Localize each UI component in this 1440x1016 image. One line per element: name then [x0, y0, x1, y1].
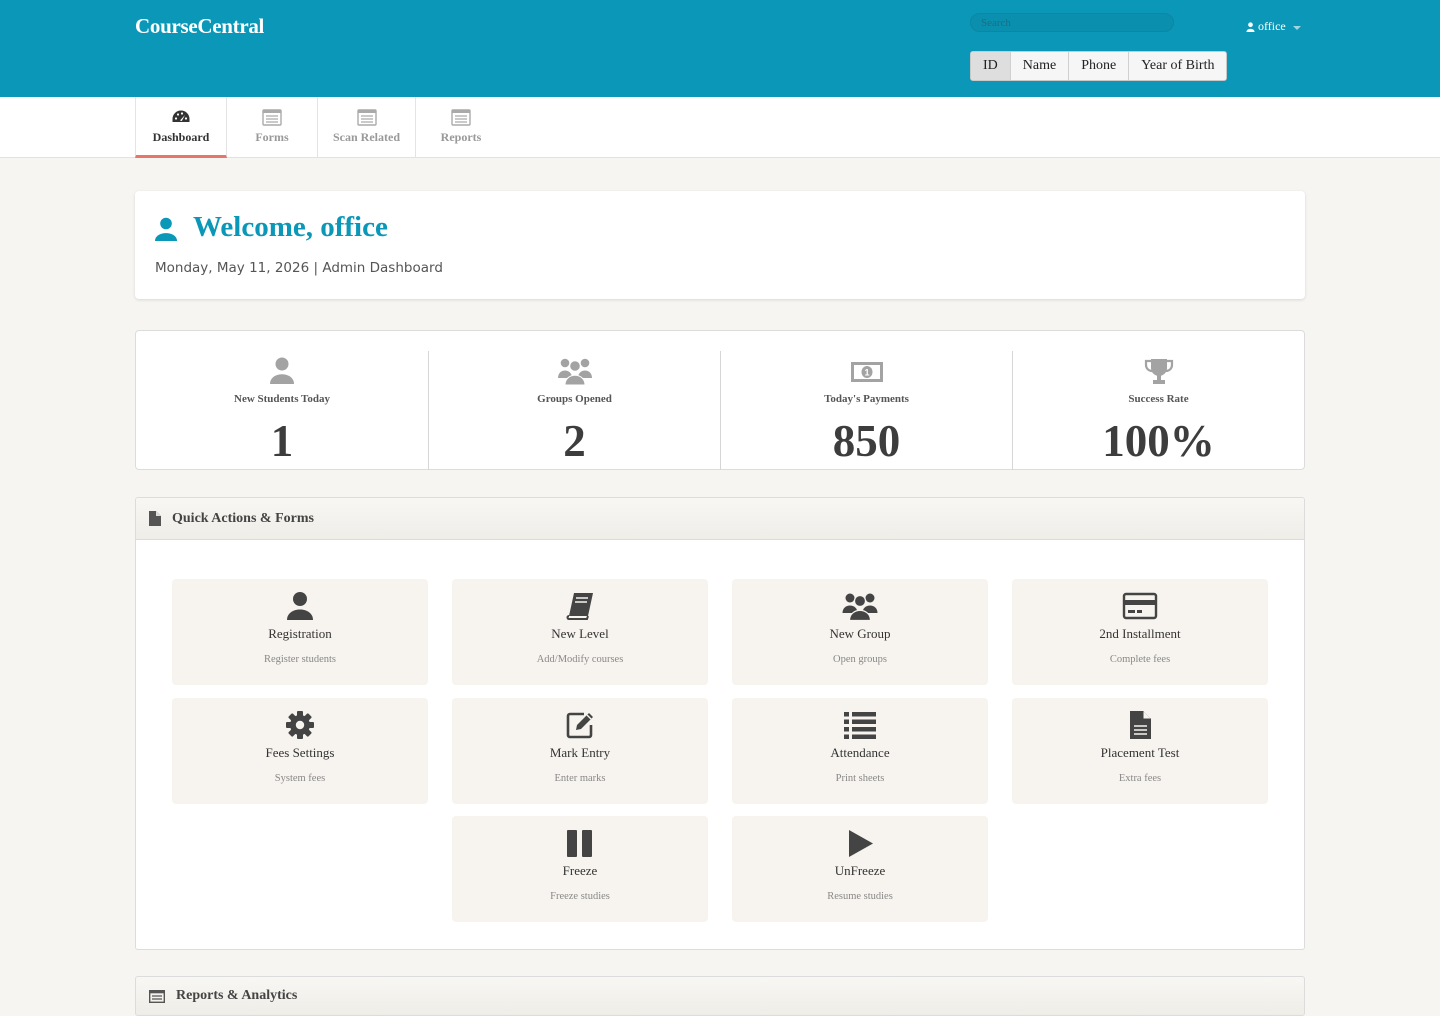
- list-window-icon: [451, 109, 471, 126]
- dashboard-icon: [172, 110, 190, 122]
- action-label: New Group: [829, 626, 891, 641]
- action-desc: Add/Modify courses: [536, 654, 624, 665]
- search-input[interactable]: [970, 13, 1174, 32]
- tab-dashboard[interactable]: Dashboard: [135, 97, 227, 158]
- action-label: Mark Entry: [549, 745, 611, 760]
- pause-icon: [567, 830, 592, 857]
- stat-todays-payments: 1 Today's Payments 850: [720, 351, 1012, 470]
- stat-label: Today's Payments: [824, 393, 909, 405]
- file-icon: [149, 511, 161, 526]
- action-label: Attendance: [830, 745, 890, 760]
- chevron-down-icon: [1292, 25, 1301, 30]
- action-fees-settings[interactable]: Fees Settings System fees: [172, 698, 428, 804]
- action-new-group[interactable]: New Group Open groups: [732, 579, 988, 685]
- action-attendance[interactable]: Attendance Print sheets: [732, 698, 988, 804]
- action-desc: Enter marks: [554, 773, 606, 784]
- file-icon: [1130, 711, 1151, 739]
- reports-panel-header: Reports & Analytics: [135, 976, 1305, 1016]
- welcome-card: Welcome, office Monday, May 11, 2026 | A…: [135, 191, 1305, 299]
- users-icon: [557, 358, 592, 386]
- stat-label: New Students Today: [234, 393, 330, 405]
- action-unfreeze[interactable]: UnFreeze Resume studies: [732, 816, 988, 922]
- stat-success-rate: Success Rate 100%: [1012, 351, 1304, 470]
- list-window-icon: [356, 109, 377, 126]
- action-label: 2nd Installment: [1099, 626, 1181, 641]
- tab-forms[interactable]: Forms: [227, 97, 318, 158]
- app-brand[interactable]: CourseCentral: [135, 14, 264, 39]
- action-new-level[interactable]: New Level Add/Modify courses: [452, 579, 708, 685]
- stat-label: Groups Opened: [537, 393, 612, 405]
- play-icon: [849, 830, 873, 857]
- action-label: Freeze: [562, 863, 598, 878]
- page-title: Welcome, office: [193, 211, 388, 243]
- action-mark-entry[interactable]: Mark Entry Enter marks: [452, 698, 708, 804]
- search-mode-phone[interactable]: Phone: [1069, 52, 1130, 80]
- action-2nd-installment[interactable]: 2nd Installment Complete fees: [1012, 579, 1268, 685]
- panel-title: Reports & Analytics: [176, 988, 298, 1003]
- action-desc: Register students: [263, 654, 337, 665]
- stat-groups-opened: Groups Opened 2: [428, 351, 720, 470]
- action-freeze[interactable]: Freeze Freeze studies: [452, 816, 708, 922]
- stat-value: 2: [563, 416, 586, 466]
- panel-header: Quick Actions & Forms: [136, 498, 1304, 540]
- book-icon: [566, 593, 593, 620]
- action-placement-test[interactable]: Placement Test Extra fees: [1012, 698, 1268, 804]
- panel-title: Quick Actions & Forms: [172, 510, 314, 526]
- tab-reports-label: Reports: [440, 130, 482, 144]
- stat-value: 100%: [1102, 416, 1215, 466]
- action-registration[interactable]: Registration Register students: [172, 579, 428, 685]
- action-desc: Freeze studies: [550, 891, 610, 902]
- user-menu[interactable]: office: [1246, 19, 1301, 34]
- tab-forms-label: Forms: [255, 130, 289, 144]
- action-label: Fees Settings: [265, 745, 335, 760]
- user-name: office: [1258, 19, 1286, 33]
- stats-panel: New Students Today 1 Groups Opened 2 1 T…: [135, 330, 1305, 470]
- stat-value: 1: [270, 416, 294, 466]
- credit-card-icon: [1122, 592, 1158, 620]
- user-icon: [1246, 21, 1255, 32]
- search-mode-year-of-birth[interactable]: Year of Birth: [1129, 52, 1227, 80]
- trophy-icon: [1144, 359, 1173, 384]
- action-desc: Complete fees: [1109, 654, 1171, 665]
- page-subtitle: Monday, May 11, 2026 | Admin Dashboard: [155, 260, 443, 276]
- tab-scan-related[interactable]: Scan Related: [318, 97, 416, 158]
- action-desc: System fees: [274, 773, 326, 784]
- edit-icon: [566, 712, 593, 739]
- tab-dashboard-label: Dashboard: [152, 130, 210, 144]
- user-icon: [270, 357, 294, 384]
- action-desc: Extra fees: [1118, 773, 1162, 784]
- top-header: CourseCentral office ID Name Phone Year …: [0, 0, 1440, 97]
- list-window-icon: [262, 109, 282, 126]
- action-desc: Open groups: [833, 654, 887, 665]
- main-nav: Dashboard Forms Scan Related Reports: [0, 97, 1440, 158]
- money-icon: 1: [850, 362, 883, 382]
- action-label: New Level: [551, 626, 609, 641]
- stat-label: Success Rate: [1128, 393, 1189, 405]
- search-mode-id[interactable]: ID: [971, 52, 1011, 80]
- list-icon: [844, 712, 876, 739]
- tab-scan-related-label: Scan Related: [333, 130, 400, 144]
- action-label: UnFreeze: [834, 863, 886, 878]
- action-desc: Resume studies: [827, 891, 893, 902]
- action-label: Placement Test: [1100, 745, 1180, 760]
- stat-new-students: New Students Today 1: [136, 351, 428, 470]
- svg-text:1: 1: [864, 368, 869, 378]
- action-desc: Print sheets: [835, 773, 885, 784]
- action-label: Registration: [268, 626, 332, 641]
- quick-actions-panel: Quick Actions & Forms Registration Regis…: [135, 497, 1305, 950]
- search-mode-group: ID Name Phone Year of Birth: [970, 51, 1228, 81]
- tab-reports[interactable]: Reports: [416, 97, 506, 158]
- gear-icon: [286, 711, 314, 739]
- user-icon: [155, 217, 177, 241]
- user-icon: [287, 592, 313, 620]
- stat-value: 850: [832, 416, 901, 466]
- list-window-icon: [149, 989, 165, 1003]
- search-mode-name[interactable]: Name: [1010, 52, 1070, 80]
- users-icon: [842, 593, 878, 621]
